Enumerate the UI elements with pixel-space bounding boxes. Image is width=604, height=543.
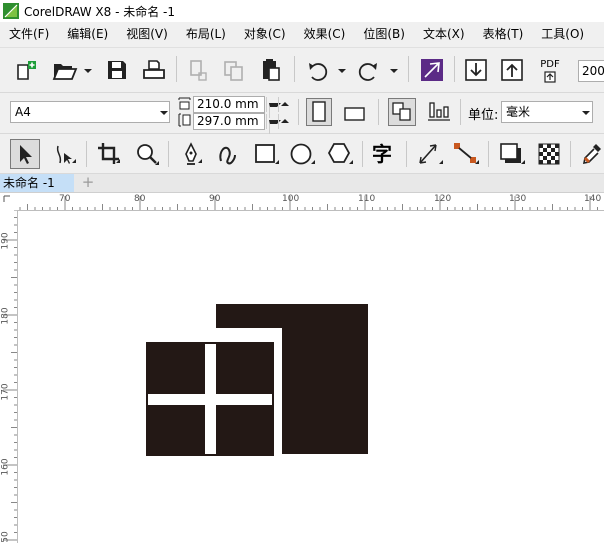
ruler-label: 90 <box>209 194 221 204</box>
connector-tool-icon[interactable] <box>452 141 480 167</box>
menu-view[interactable]: 视图(V) <box>117 22 177 47</box>
transparency-tool-icon[interactable] <box>536 141 562 167</box>
pick-tool-button[interactable] <box>10 139 40 169</box>
landscape-icon[interactable] <box>342 103 368 123</box>
pdf-doc-icon <box>544 71 556 83</box>
portrait-icon <box>312 101 326 122</box>
ruler-label: 160 <box>0 458 11 476</box>
menu-table[interactable]: 表格(T) <box>474 22 533 47</box>
redo-dropdown-arrow[interactable] <box>390 69 398 73</box>
portrait-button[interactable] <box>306 98 332 126</box>
page-height-field[interactable]: 297.0 mm <box>193 113 265 130</box>
drop-shadow-tool-icon[interactable] <box>498 141 526 167</box>
title-bar: CorelDRAW X8 - 未命名 -1 <box>0 0 604 22</box>
all-pages-button[interactable] <box>388 98 416 126</box>
menu-file[interactable]: 文件(F) <box>0 22 58 47</box>
vertical-ruler-ticks <box>3 210 17 541</box>
chevron-down-icon <box>582 111 590 115</box>
page-width-spinner[interactable] <box>266 97 290 118</box>
shape-tool-icon[interactable] <box>52 141 78 167</box>
export-icon[interactable] <box>500 58 524 82</box>
redo-icon[interactable] <box>356 60 380 82</box>
window-title: CorelDRAW X8 - 未命名 -1 <box>24 4 176 19</box>
coreldraw-logo-icon <box>3 3 19 19</box>
pointer-arrow-icon <box>20 145 32 164</box>
page-size-value: A4 <box>15 105 31 119</box>
page-height-icon <box>178 113 191 127</box>
freehand-tool-icon[interactable] <box>178 141 204 167</box>
ruler-label: 130 <box>509 194 527 204</box>
menu-bitmaps[interactable]: 位图(B) <box>354 22 414 47</box>
rectangle-tool-icon[interactable] <box>252 141 280 167</box>
ruler-label: 110 <box>358 194 376 204</box>
zoom-tool-icon[interactable] <box>134 141 160 167</box>
crop-tool-icon[interactable] <box>96 141 122 167</box>
pdf-label: PDF <box>540 59 560 70</box>
standard-toolbar: PDF 200% <box>0 48 604 93</box>
ellipse-tool-icon[interactable] <box>288 141 316 167</box>
print-icon[interactable] <box>142 59 166 81</box>
menu-effects[interactable]: 效果(C) <box>295 22 355 47</box>
unit-select[interactable]: 毫米 <box>501 101 593 123</box>
dimension-tool-icon[interactable] <box>416 141 444 167</box>
menu-layout[interactable]: 布局(L) <box>177 22 235 47</box>
chevron-down-icon <box>160 111 168 115</box>
text-tool-button[interactable]: 字 <box>372 141 400 167</box>
menu-edit[interactable]: 编辑(E) <box>58 22 117 47</box>
menu-text[interactable]: 文本(X) <box>414 22 474 47</box>
vertical-ruler[interactable]: 190 180 170 160 50 <box>0 210 18 543</box>
open-folder-icon[interactable] <box>52 60 78 82</box>
polygon-tool-icon[interactable] <box>326 141 354 167</box>
ruler-label: 100 <box>282 194 300 204</box>
new-document-icon[interactable] <box>14 59 38 83</box>
ruler-label: 140 <box>584 194 602 204</box>
unit-label: 单位: <box>468 108 499 123</box>
corel-connect-icon[interactable] <box>420 58 444 82</box>
ruler-label: 180 <box>0 307 11 325</box>
copy-icon[interactable] <box>222 59 246 83</box>
artistic-media-tool-icon[interactable] <box>214 141 240 167</box>
ruler-label: 70 <box>59 194 71 204</box>
document-tab-strip: 未命名 -1 + <box>0 174 604 193</box>
open-dropdown-arrow[interactable] <box>84 69 92 73</box>
paste-icon[interactable] <box>260 58 282 84</box>
cut-icon[interactable] <box>188 59 210 83</box>
menu-tools[interactable]: 工具(O) <box>532 22 593 47</box>
all-pages-icon <box>392 102 411 121</box>
zoom-level-field[interactable]: 200% <box>578 60 604 82</box>
menu-object[interactable]: 对象(C) <box>235 22 295 47</box>
undo-icon[interactable] <box>306 60 330 82</box>
text-tool-glyph: 字 <box>372 142 392 166</box>
unit-value: 毫米 <box>506 105 531 119</box>
ruler-label: 80 <box>134 194 146 204</box>
horizontal-ruler[interactable]: 70 80 90 100 110 120 130 140 <box>0 193 604 211</box>
current-page-icon[interactable] <box>426 99 452 125</box>
import-icon[interactable] <box>464 58 488 82</box>
page-width-icon <box>178 97 191 110</box>
save-icon[interactable] <box>106 59 128 81</box>
ruler-label: 190 <box>0 232 11 250</box>
ruler-label: 120 <box>434 194 452 204</box>
ruler-label: 50 <box>0 531 11 543</box>
page-width-field[interactable]: 210.0 mm <box>193 96 265 113</box>
drawing-artwork <box>146 304 368 456</box>
ruler-label: 170 <box>0 383 11 401</box>
toolbox: 字 <box>0 134 604 174</box>
page-size-select[interactable]: A4 <box>10 101 170 123</box>
eyedropper-tool-icon[interactable] <box>580 141 604 167</box>
drawing-canvas[interactable] <box>18 211 604 543</box>
new-tab-button[interactable]: + <box>80 174 96 192</box>
page-height-spinner[interactable] <box>266 114 290 135</box>
menu-bar: 文件(F) 编辑(E) 视图(V) 布局(L) 对象(C) 效果(C) 位图(B… <box>0 22 604 48</box>
document-tab[interactable]: 未命名 -1 <box>0 174 74 192</box>
undo-dropdown-arrow[interactable] <box>338 69 346 73</box>
publish-pdf-button[interactable]: PDF <box>538 60 562 84</box>
